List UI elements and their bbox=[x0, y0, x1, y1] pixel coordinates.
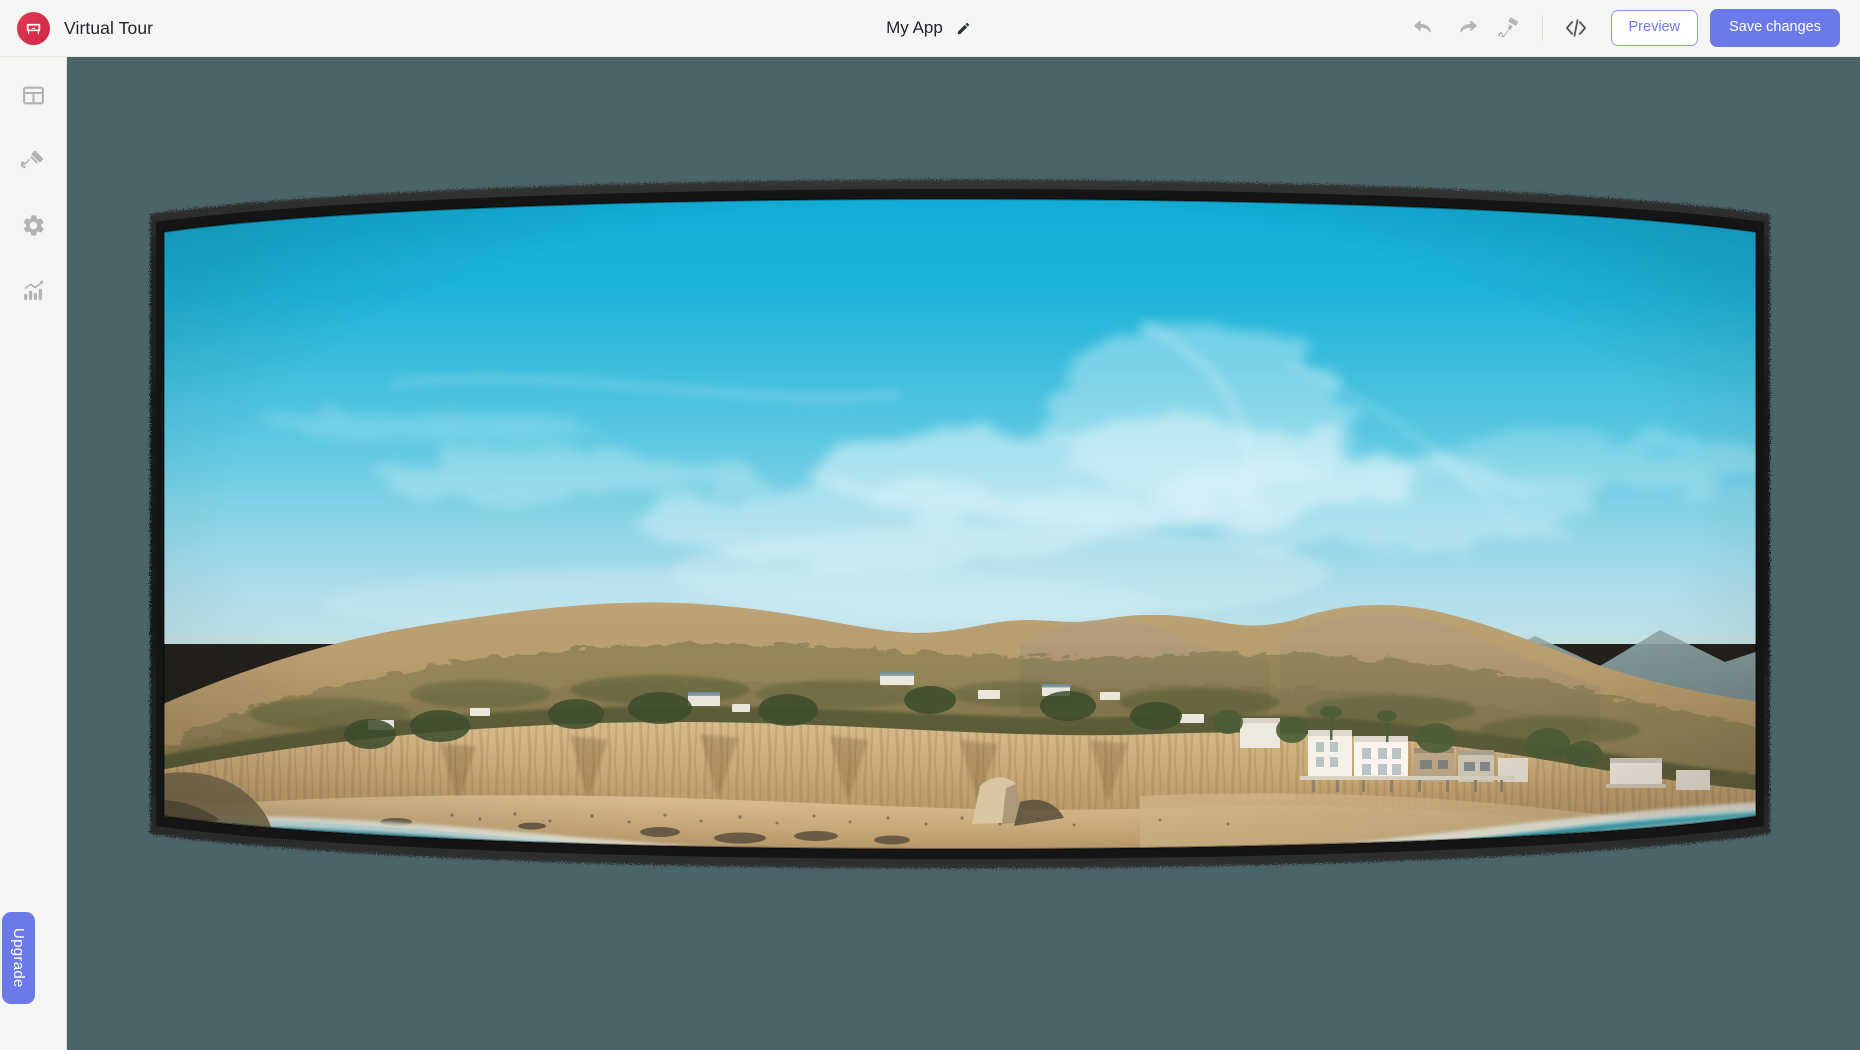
sidebar-item-settings[interactable] bbox=[7, 197, 59, 253]
workspace-body: Upgrade bbox=[0, 57, 1860, 1050]
page-title: My App bbox=[886, 18, 943, 37]
redo-arrow-icon[interactable] bbox=[1446, 7, 1488, 49]
panorama-frame[interactable] bbox=[140, 174, 1780, 874]
save-changes-button[interactable]: Save changes bbox=[1710, 9, 1840, 47]
left-sidebar: Upgrade bbox=[0, 57, 67, 1050]
toolbar-divider bbox=[1541, 15, 1543, 41]
editor-canvas bbox=[67, 57, 1860, 1050]
preview-button[interactable]: Preview bbox=[1610, 10, 1699, 46]
app-root: Virtual Tour My App Preview Save changes… bbox=[0, 0, 1860, 1050]
pencil-icon[interactable] bbox=[954, 18, 974, 38]
undo-arrow-icon[interactable] bbox=[1404, 7, 1446, 49]
sidebar-item-design[interactable] bbox=[7, 132, 59, 188]
code-brackets-icon[interactable] bbox=[1555, 7, 1597, 49]
sidebar-item-analytics[interactable] bbox=[7, 262, 59, 318]
header-actions-group: Preview Save changes bbox=[1404, 7, 1860, 49]
brand-title: Virtual Tour bbox=[64, 17, 154, 38]
paint-roller-icon[interactable] bbox=[1488, 7, 1530, 49]
top-header-bar: Virtual Tour My App Preview Save changes bbox=[0, 0, 1860, 57]
sidebar-item-layout[interactable] bbox=[7, 67, 59, 123]
virtual-tour-frame-icon bbox=[17, 11, 50, 45]
upgrade-button[interactable]: Upgrade bbox=[2, 912, 35, 1004]
header-brand-group: Virtual Tour bbox=[0, 11, 154, 45]
upgrade-label: Upgrade bbox=[10, 928, 27, 988]
sidebar-nav bbox=[7, 57, 59, 327]
